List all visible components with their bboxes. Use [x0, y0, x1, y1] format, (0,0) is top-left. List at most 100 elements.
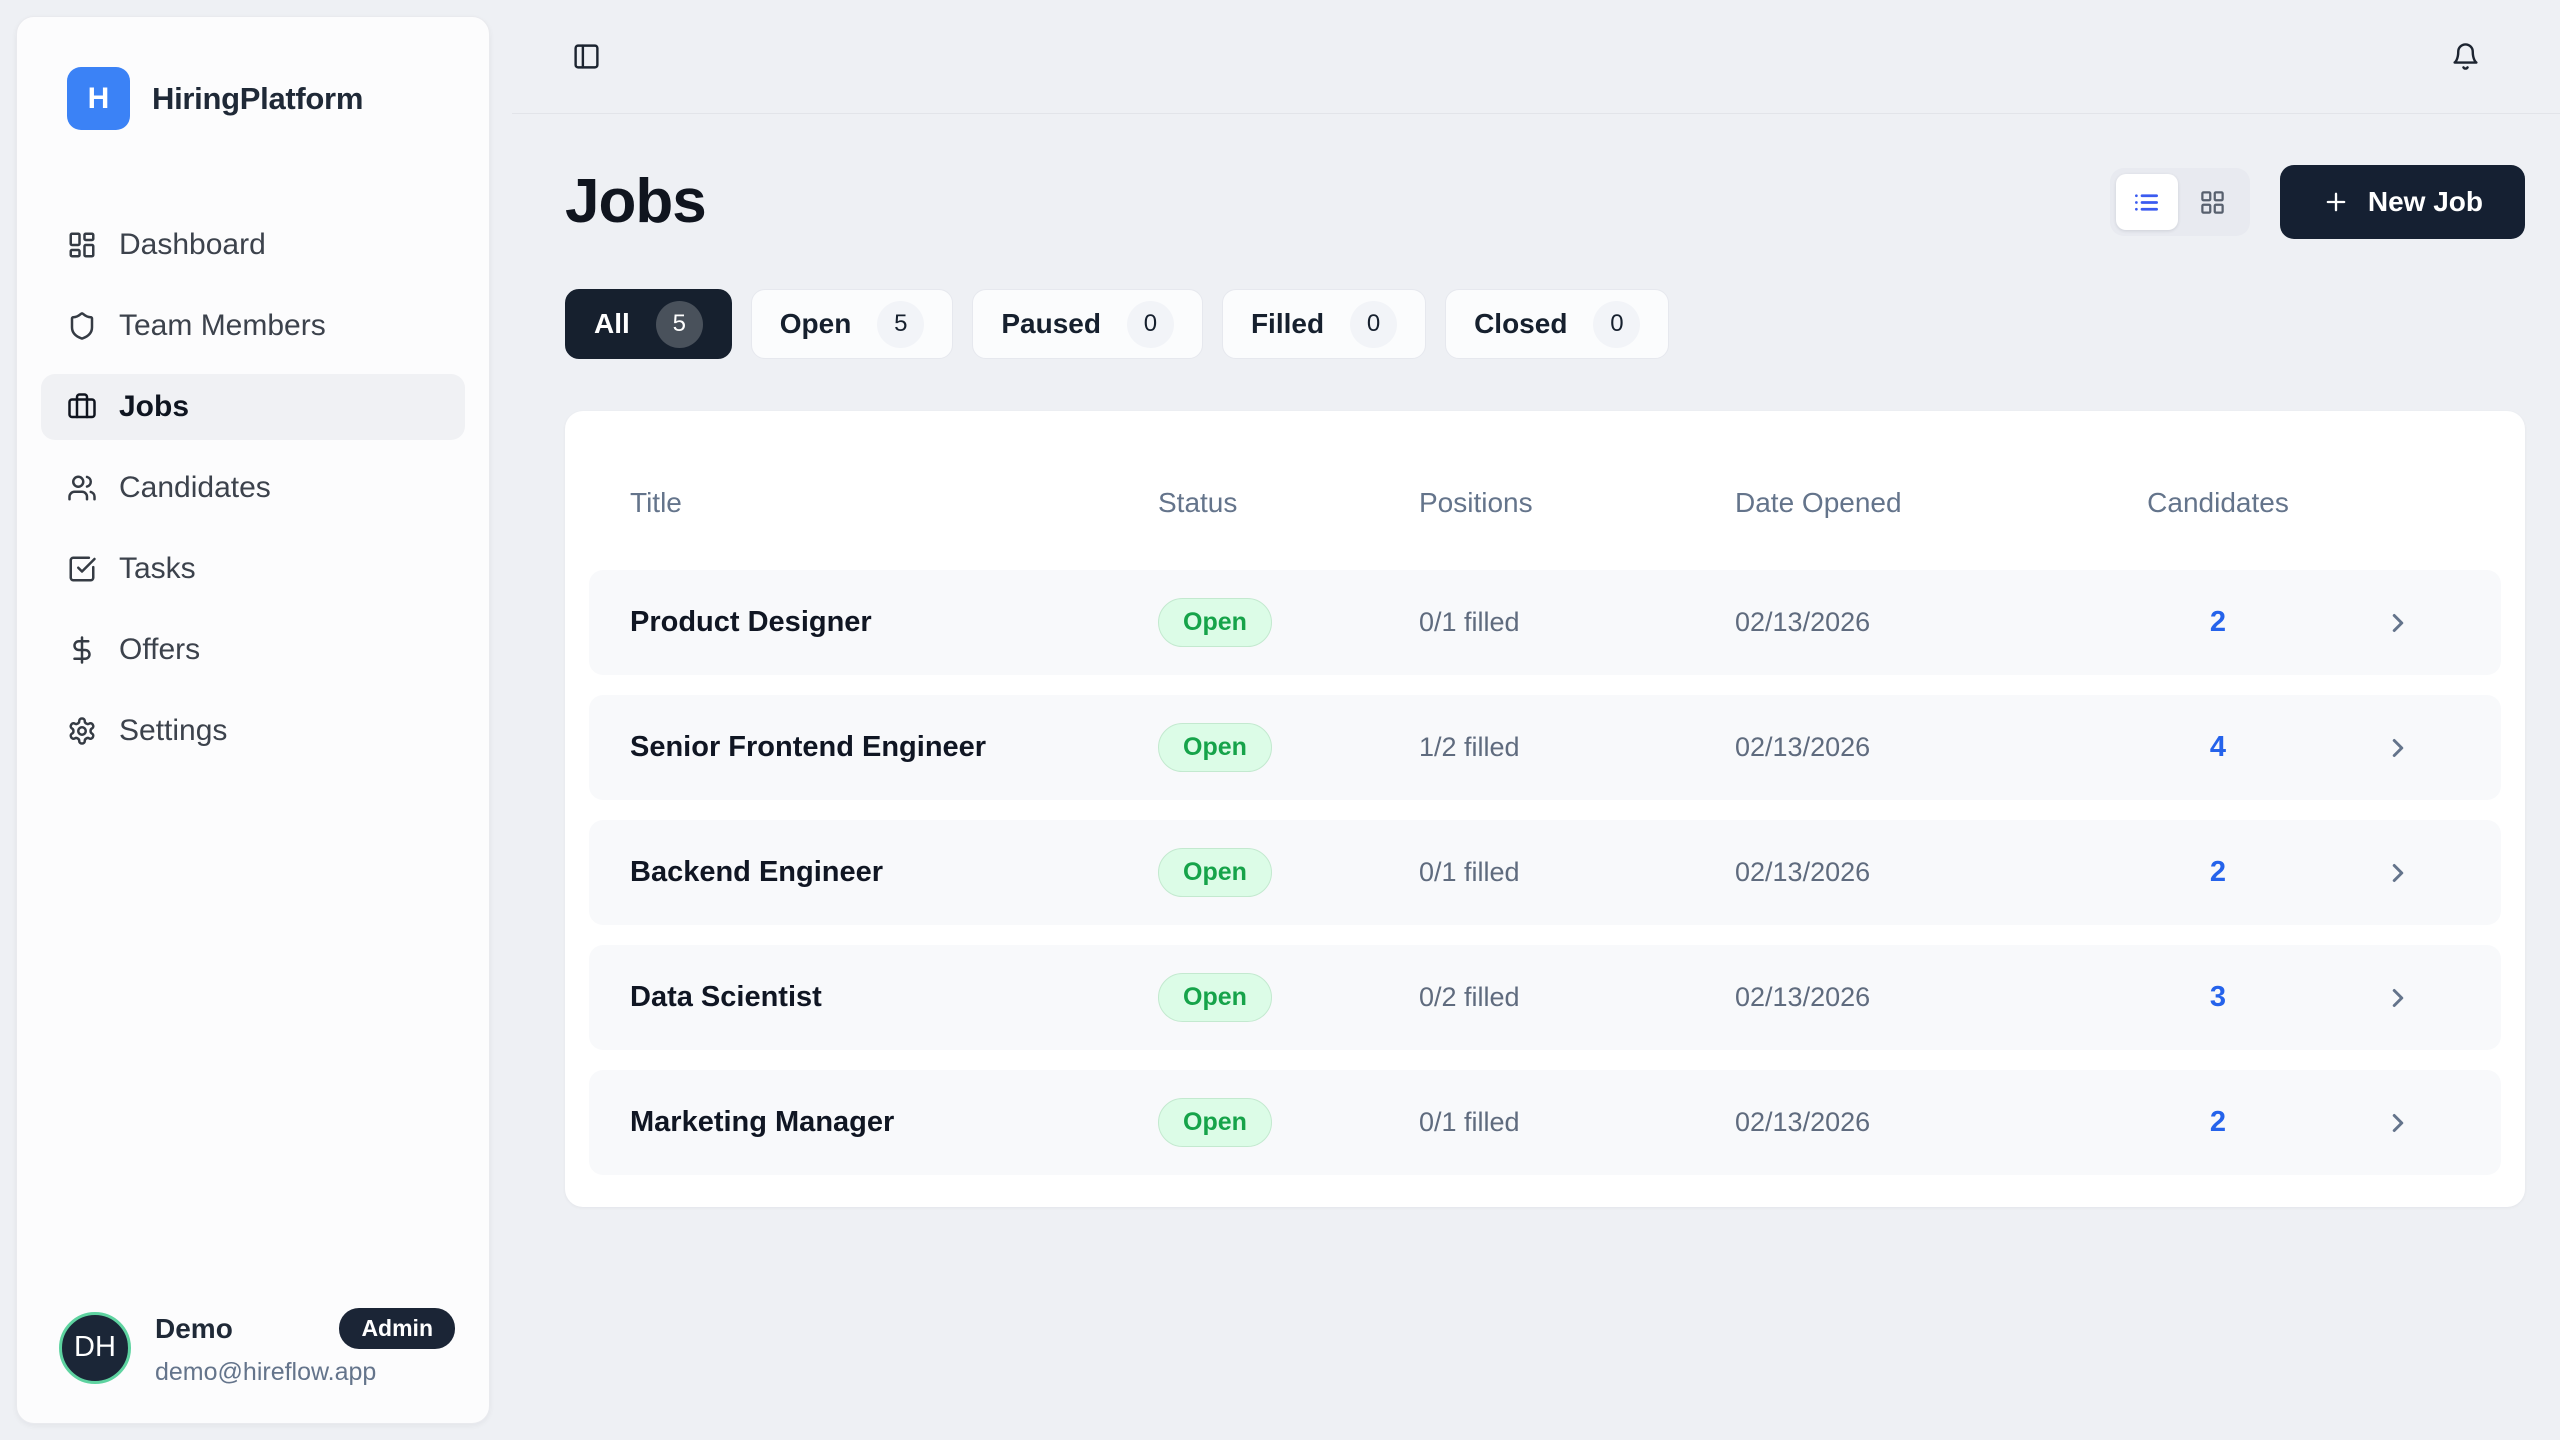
header-actions: New Job [2110, 165, 2525, 239]
chevron-right-icon[interactable] [2383, 1108, 2413, 1138]
shield-icon [67, 311, 97, 341]
role-badge: Admin [339, 1308, 455, 1349]
filter-count-badge: 5 [656, 301, 703, 348]
filter-count-badge: 5 [877, 301, 924, 348]
sidebar-item-settings[interactable]: Settings [41, 698, 465, 764]
user-card: DH Demo Admin demo@hireflow.app [41, 1308, 465, 1387]
chevron-right-icon[interactable] [2383, 733, 2413, 763]
check-square-icon [67, 554, 97, 584]
filter-tab-paused[interactable]: Paused 0 [972, 289, 1203, 359]
content: Jobs New Job All 5 [512, 114, 2560, 1207]
user-name: Demo [155, 1313, 233, 1345]
sidebar-item-label: Jobs [119, 390, 189, 424]
table-row[interactable]: Senior Frontend Engineer Open 1/2 filled… [589, 695, 2501, 800]
status-badge: Open [1158, 1098, 1272, 1147]
date-opened: 02/13/2026 [1711, 732, 2142, 763]
sidebar-item-label: Offers [119, 633, 200, 667]
page-title: Jobs [565, 171, 706, 233]
sidebar-item-offers[interactable]: Offers [41, 617, 465, 683]
grid-view-button[interactable] [2182, 174, 2244, 230]
sidebar-nav: Dashboard Team Members Jobs Candidates T… [41, 212, 465, 764]
gear-icon [67, 716, 97, 746]
table-row[interactable]: Marketing Manager Open 0/1 filled 02/13/… [589, 1070, 2501, 1175]
chevron-right-icon[interactable] [2383, 983, 2413, 1013]
app-logo: H [67, 67, 130, 130]
dashboard-icon [67, 230, 97, 260]
table-row[interactable]: Backend Engineer Open 0/1 filled 02/13/2… [589, 820, 2501, 925]
app-logo-letter: H [88, 82, 110, 116]
date-opened: 02/13/2026 [1711, 1107, 2142, 1138]
chevron-right-icon[interactable] [2383, 858, 2413, 888]
panel-left-icon [572, 42, 601, 71]
date-opened: 02/13/2026 [1711, 857, 2142, 888]
table-row[interactable]: Product Designer Open 0/1 filled 02/13/2… [589, 570, 2501, 675]
list-view-icon [2133, 189, 2160, 216]
filter-count-badge: 0 [1593, 301, 1640, 348]
filter-count-badge: 0 [1127, 301, 1174, 348]
filter-label: Open [780, 308, 852, 340]
sidebar-item-dashboard[interactable]: Dashboard [41, 212, 465, 278]
candidates-count[interactable]: 3 [2142, 981, 2294, 1014]
positions-filled: 1/2 filled [1396, 732, 1711, 763]
column-header-positions: Positions [1396, 487, 1711, 519]
main-area: Jobs New Job All 5 [512, 0, 2560, 1440]
chevron-right-icon[interactable] [2383, 608, 2413, 638]
status-filter-tabs: All 5 Open 5 Paused 0 Filled 0 Closed 0 [565, 289, 2525, 359]
new-job-button[interactable]: New Job [2280, 165, 2525, 239]
candidates-count[interactable]: 2 [2142, 1106, 2294, 1139]
filter-label: Filled [1251, 308, 1324, 340]
app-brand: H HiringPlatform [41, 57, 465, 130]
job-title: Product Designer [589, 606, 1134, 639]
briefcase-icon [67, 392, 97, 422]
topbar [512, 0, 2560, 114]
filter-tab-open[interactable]: Open 5 [751, 289, 954, 359]
filter-label: Paused [1001, 308, 1101, 340]
sidebar-item-label: Team Members [119, 309, 326, 343]
user-email: demo@hireflow.app [155, 1358, 455, 1387]
filter-tab-all[interactable]: All 5 [565, 289, 732, 359]
candidates-count[interactable]: 4 [2142, 731, 2294, 764]
date-opened: 02/13/2026 [1711, 607, 2142, 638]
job-title: Data Scientist [589, 981, 1134, 1014]
list-view-button[interactable] [2116, 174, 2178, 230]
view-toggle [2110, 168, 2250, 236]
sidebar-item-label: Candidates [119, 471, 271, 505]
sidebar-item-label: Settings [119, 714, 227, 748]
status-badge: Open [1158, 973, 1272, 1022]
avatar-initials: DH [74, 1331, 116, 1364]
candidates-count[interactable]: 2 [2142, 856, 2294, 889]
filter-label: All [594, 308, 630, 340]
sidebar: H HiringPlatform Dashboard Team Members … [16, 16, 490, 1424]
status-badge: Open [1158, 598, 1272, 647]
positions-filled: 0/1 filled [1396, 607, 1711, 638]
table-row[interactable]: Data Scientist Open 0/2 filled 02/13/202… [589, 945, 2501, 1050]
sidebar-item-candidates[interactable]: Candidates [41, 455, 465, 521]
job-title: Senior Frontend Engineer [589, 731, 1134, 764]
filter-tab-closed[interactable]: Closed 0 [1445, 289, 1669, 359]
filter-count-badge: 0 [1350, 301, 1397, 348]
sidebar-toggle-button[interactable] [572, 42, 601, 71]
job-title: Backend Engineer [589, 856, 1134, 889]
page-header: Jobs New Job [565, 165, 2525, 239]
sidebar-item-jobs[interactable]: Jobs [41, 374, 465, 440]
bell-icon [2451, 42, 2480, 71]
grid-view-icon [2199, 189, 2226, 216]
status-badge: Open [1158, 848, 1272, 897]
status-badge: Open [1158, 723, 1272, 772]
users-icon [67, 473, 97, 503]
filter-tab-filled[interactable]: Filled 0 [1222, 289, 1426, 359]
dollar-icon [67, 635, 97, 665]
user-meta: Demo Admin demo@hireflow.app [155, 1308, 455, 1387]
filter-label: Closed [1474, 308, 1567, 340]
candidates-count[interactable]: 2 [2142, 606, 2294, 639]
column-header-status: Status [1134, 487, 1396, 519]
positions-filled: 0/1 filled [1396, 1107, 1711, 1138]
sidebar-item-team-members[interactable]: Team Members [41, 293, 465, 359]
new-job-label: New Job [2368, 186, 2483, 218]
app-title: HiringPlatform [152, 81, 363, 117]
jobs-table-card: Title Status Positions Date Opened Candi… [565, 411, 2525, 1207]
table-header-row: Title Status Positions Date Opened Candi… [589, 435, 2501, 570]
notifications-button[interactable] [2451, 42, 2480, 71]
avatar[interactable]: DH [59, 1312, 131, 1384]
sidebar-item-tasks[interactable]: Tasks [41, 536, 465, 602]
